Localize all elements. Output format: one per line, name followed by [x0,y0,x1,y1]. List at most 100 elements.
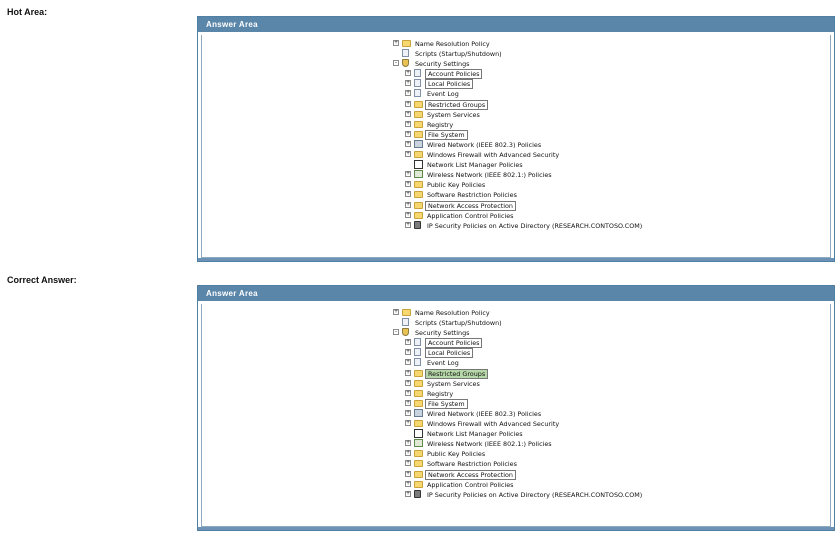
wired-network-icon [414,408,423,417]
tree-item-label: Name Resolution Policy [415,309,490,317]
document-icon [414,79,421,88]
tree-item-label[interactable]: Network Access Protection [425,200,516,211]
expand-icon[interactable]: + [405,221,411,228]
tree-item-label[interactable]: Account Policies [425,338,483,349]
ip-security-icon [414,220,421,229]
wireless-network-icon [414,439,423,448]
expand-icon[interactable]: + [405,440,411,447]
tree-item-label: System Services [427,379,480,388]
tree-item-label: Windows Firewall with Advanced Security [427,151,560,160]
tree-item-label[interactable]: Local Policies [425,348,474,359]
answer-area-body: + Name Resolution Policy Scripts (Startup/… [201,304,831,527]
expand-icon[interactable]: + [405,359,411,366]
expand-icon[interactable]: + [405,130,411,137]
document-icon [414,338,421,347]
folder-icon [414,480,423,488]
tree-item-label: Wired Network (IEEE 802.3) Policies [427,409,542,418]
folder-icon [414,420,423,428]
tree-item-label: Event Log [427,359,459,368]
tree-item-label: Security Settings [415,329,470,338]
expand-icon[interactable]: + [405,181,411,188]
document-icon [414,69,421,78]
blank-icon [414,429,423,439]
tree-item-label: System Services [427,110,480,119]
tree-item-label: Scripts (Startup/Shutdown) [415,50,502,59]
answer-area-header: Answer Area [198,17,834,32]
expand-icon[interactable]: + [405,120,411,127]
tree-item-label[interactable]: File System [425,398,468,409]
tree-item-label: IP Security Policies on Active Directory… [427,490,643,499]
tree-item-label: Windows Firewall with Advanced Security [427,420,560,429]
tree-item-label: Wired Network (IEEE 802.3) Policies [427,140,542,149]
tree-item-label[interactable]: Network Access Protection [425,469,516,480]
expand-icon[interactable]: + [405,140,411,147]
folder-icon [414,470,423,478]
expand-icon[interactable]: + [405,151,411,158]
expand-icon[interactable]: + [405,171,411,178]
tree-item-label: Network List Manager Policies [427,430,523,439]
collapse-icon[interactable]: - [393,329,399,336]
tree-item-label[interactable]: Local Policies [425,79,474,90]
document-icon [414,89,421,98]
expand-icon[interactable]: + [405,339,411,346]
tree-item-label: Wireless Network (IEEE 802.1:) Policies [427,171,552,180]
expand-icon[interactable]: + [405,450,411,457]
folder-icon [414,151,423,159]
folder-icon [414,211,423,219]
expand-icon[interactable]: + [405,349,411,356]
expand-icon[interactable]: + [405,480,411,487]
expand-icon[interactable]: + [405,100,411,107]
document-icon [414,348,421,357]
answer-area-body: + Name Resolution Policy Scripts (Startup/… [201,35,831,258]
tree-item-label: Application Control Policies [427,211,514,220]
folder-icon [414,389,423,397]
expand-icon[interactable]: + [393,309,399,315]
expand-icon[interactable]: + [393,40,399,46]
tree-item-label: Wireless Network (IEEE 802.1:) Policies [427,440,552,449]
panel-bottom-bar [198,527,834,530]
expand-icon[interactable]: + [405,490,411,497]
tree-item-label[interactable]: Account Policies [425,69,483,80]
expand-icon[interactable]: + [405,369,411,376]
tree-item-label: Application Control Policies [427,480,514,489]
tree-item-label: Network List Manager Policies [427,161,523,170]
tree-item-label[interactable]: Restricted Groups [425,99,489,110]
ip-security-icon [414,489,421,498]
expand-icon[interactable]: + [405,420,411,427]
expand-icon[interactable]: + [405,211,411,218]
folder-icon [414,100,423,108]
expand-icon[interactable]: + [405,80,411,87]
collapse-icon[interactable]: - [393,60,399,67]
expand-icon[interactable]: + [405,460,411,467]
expand-icon[interactable]: + [405,90,411,97]
expand-icon[interactable]: + [405,470,411,477]
tree-item-label: Software Restriction Policies [427,191,517,200]
wired-network-icon [414,139,423,148]
hot-area-panel: Answer Area + Name Resolution Policy Scrip… [197,16,835,262]
document-icon [402,49,409,58]
tree-item-label: Scripts (Startup/Shutdown) [415,319,502,328]
expand-icon[interactable]: + [405,389,411,396]
folder-icon [414,450,423,458]
expand-icon[interactable]: + [405,70,411,77]
expand-icon[interactable]: + [405,399,411,406]
tree-item-label: Registry [427,389,454,398]
tree-item-label: Event Log [427,90,459,99]
folder-icon [414,130,423,138]
folder-icon [414,379,423,387]
folder-icon [402,40,411,47]
tree-item-label[interactable]: File System [425,129,468,140]
tree-item-label[interactable]: Restricted Groups [425,368,489,379]
correct-answer-label: Correct Answer: [7,275,77,285]
tree-item-label: Public Key Policies [427,181,486,190]
security-settings-icon [402,59,409,68]
correct-answer-panel: Answer Area + Name Resolution Policy Scrip… [197,285,835,531]
expand-icon[interactable]: + [405,409,411,416]
expand-icon[interactable]: + [405,110,411,117]
security-settings-icon [402,328,409,337]
tree-item-label: Registry [427,120,454,129]
folder-icon [414,369,423,377]
expand-icon[interactable]: + [405,191,411,198]
expand-icon[interactable]: + [405,379,411,386]
expand-icon[interactable]: + [405,201,411,208]
